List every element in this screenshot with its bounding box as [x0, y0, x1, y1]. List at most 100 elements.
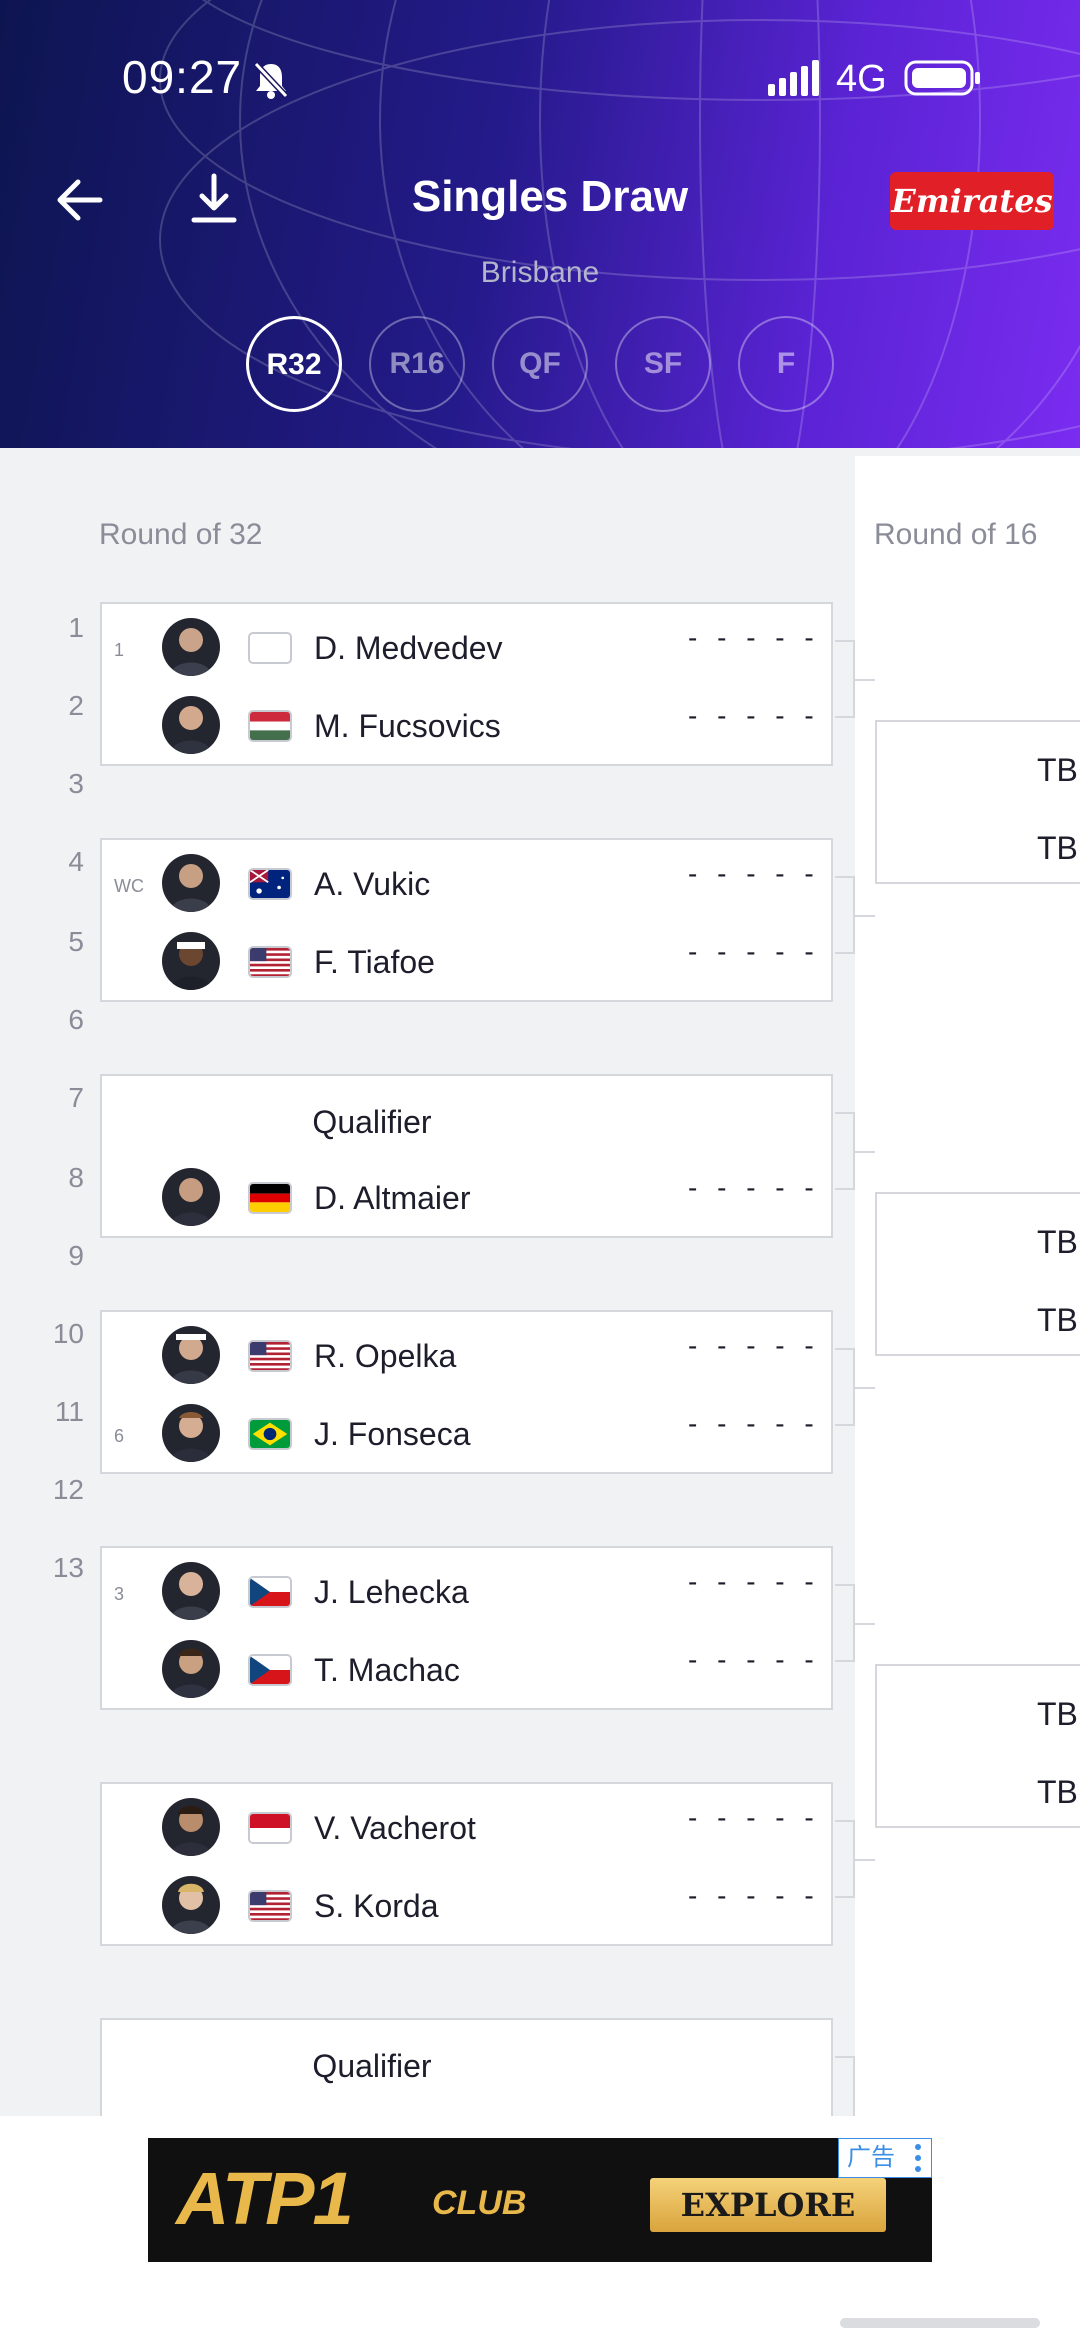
ad-tag-label: 广告 — [847, 2144, 895, 2171]
tbd-slot: TB — [1037, 1774, 1078, 1810]
tab-sf[interactable]: SF — [615, 316, 711, 412]
player-avatar — [162, 1876, 220, 1934]
player-name[interactable]: S. Korda — [314, 1888, 439, 1925]
sponsor-logo[interactable]: Emirates — [890, 172, 1054, 230]
player-avatar — [162, 1798, 220, 1856]
player-avatar — [162, 1326, 220, 1384]
player-score: - - - - - — [688, 1802, 820, 1833]
player-name[interactable]: R. Opelka — [314, 1338, 456, 1375]
tbd-slot: TB — [1037, 1696, 1078, 1732]
draw-position: 9 — [68, 1240, 84, 1271]
bell-muted-icon — [253, 61, 289, 99]
bracket-connector — [835, 1584, 855, 1662]
bracket-connector-link — [855, 1387, 875, 1389]
germany-flag-icon — [248, 1182, 292, 1214]
player-row[interactable]: WC A. Vukic - - - - - — [102, 844, 831, 922]
czech-flag-icon — [248, 1576, 292, 1608]
seed-label: 1 — [114, 640, 125, 660]
ad-banner[interactable]: ATP1 CLUB EXPLORE 广告 — [148, 2138, 932, 2262]
tab-r16[interactable]: R16 — [369, 316, 465, 412]
player-row[interactable]: R. Opelka - - - - - — [102, 1316, 831, 1394]
explore-button[interactable]: EXPLORE — [650, 2178, 886, 2232]
ad-area: ATP1 CLUB EXPLORE 广告 — [0, 2116, 1080, 2347]
draw-position: 3 — [68, 768, 84, 799]
bracket-connector — [835, 1348, 855, 1426]
bracket-connector-link — [855, 1623, 875, 1625]
player-score: - - - - - — [688, 858, 820, 889]
player-avatar — [162, 1168, 220, 1226]
player-score: - - - - - — [688, 700, 820, 731]
draw-position: 12 — [52, 1474, 84, 1505]
player-name[interactable]: F. Tiafoe — [314, 944, 435, 981]
player-score: - - - - - — [688, 1172, 820, 1203]
player-name[interactable]: D. Medvedev — [314, 630, 503, 667]
draw-position: 1 — [68, 612, 84, 643]
tab-f[interactable]: F — [738, 316, 834, 412]
player-row[interactable]: M. Fucsovics - - - - - — [102, 686, 831, 764]
player-row[interactable]: T. Machac - - - - - — [102, 1630, 831, 1708]
player-score: - - - - - — [688, 1880, 820, 1911]
tab-r32[interactable]: R32 — [246, 316, 342, 412]
seed-label: 3 — [114, 1584, 125, 1604]
player-name[interactable]: T. Machac — [314, 1652, 460, 1689]
tab-qf[interactable]: QF — [492, 316, 588, 412]
tbd-slot: TB — [1037, 830, 1078, 866]
bracket-connector — [835, 1820, 855, 1898]
bracket-connector-link — [855, 1151, 875, 1153]
player-score: - - - - - — [688, 1644, 820, 1675]
player-name[interactable]: D. Altmaier — [314, 1180, 470, 1217]
more-options-icon[interactable] — [915, 2143, 921, 2173]
match-card[interactable]: WC A. Vukic - - - - - F. Tiafoe - - - - … — [100, 838, 833, 1002]
r16-match-card[interactable]: TB TB — [875, 1664, 1080, 1828]
ad-tag[interactable]: 广告 — [838, 2138, 932, 2178]
r16-match-card[interactable]: TB TB — [875, 1192, 1080, 1356]
match-card[interactable]: 1 D. Medvedev - - - - - M. Fucsovics - -… — [100, 602, 833, 766]
qualifier-row[interactable]: Qualifier — [102, 1080, 831, 1158]
bracket-connector-link — [855, 1859, 875, 1861]
player-row[interactable]: V. Vacherot - - - - - — [102, 1788, 831, 1866]
match-card[interactable]: Qualifier — [100, 2018, 833, 2116]
bracket-connector — [835, 2056, 855, 2116]
player-avatar — [162, 1404, 220, 1462]
draw-bracket[interactable]: Round of 32 Round of 16 1 2 3 4 5 6 7 8 … — [0, 456, 1080, 2116]
match-card[interactable]: 3 J. Lehecka - - - - - T. Machac - - - -… — [100, 1546, 833, 1710]
player-row[interactable]: S. Korda - - - - - — [102, 1866, 831, 1944]
player-score: - - - - - — [688, 1408, 820, 1439]
seed-label: 6 — [114, 1426, 125, 1446]
player-name[interactable]: J. Fonseca — [314, 1416, 471, 1453]
r16-match-card[interactable]: TB TB — [875, 720, 1080, 884]
draw-position: 11 — [54, 1396, 84, 1427]
bracket-connector-link — [855, 679, 875, 681]
qualifier-row[interactable]: Qualifier — [102, 2024, 831, 2102]
player-row[interactable]: 3 J. Lehecka - - - - - — [102, 1552, 831, 1630]
usa-flag-icon — [248, 946, 292, 978]
player-row[interactable]: F. Tiafoe - - - - - — [102, 922, 831, 1000]
match-card[interactable]: Qualifier D. Altmaier - - - - - — [100, 1074, 833, 1238]
monaco-flag-icon — [248, 1812, 292, 1844]
player-row[interactable]: 1 D. Medvedev - - - - - — [102, 608, 831, 686]
player-name[interactable]: A. Vukic — [314, 866, 430, 903]
tournament-name: Brisbane — [480, 256, 600, 289]
qualifier-label: Qualifier — [312, 2048, 432, 2084]
player-name[interactable]: M. Fucsovics — [314, 708, 501, 745]
draw-position: 6 — [68, 1004, 84, 1035]
flag-icon-none — [248, 632, 292, 664]
match-card[interactable]: R. Opelka - - - - - 6 J. Fonseca - - - -… — [100, 1310, 833, 1474]
seed-label: WC — [114, 876, 144, 896]
player-avatar — [162, 618, 220, 676]
hungary-flag-icon — [248, 710, 292, 742]
draw-position: 8 — [68, 1162, 84, 1193]
player-score: - - - - - — [688, 1330, 820, 1361]
player-name[interactable]: J. Lehecka — [314, 1574, 469, 1611]
player-row[interactable]: D. Altmaier - - - - - — [102, 1158, 831, 1236]
player-avatar — [162, 932, 220, 990]
app-header: 09:27 4G Singles Draw Brisbane Emirates … — [0, 0, 1080, 448]
player-avatar — [162, 854, 220, 912]
player-name[interactable]: V. Vacherot — [314, 1810, 476, 1847]
match-card[interactable]: V. Vacherot - - - - - S. Korda - - - - - — [100, 1782, 833, 1946]
battery-icon — [904, 60, 980, 96]
player-avatar — [162, 1640, 220, 1698]
player-row[interactable]: 6 J. Fonseca - - - - - — [102, 1394, 831, 1472]
usa-flag-icon — [248, 1340, 292, 1372]
home-indicator-icon — [840, 2318, 1040, 2328]
